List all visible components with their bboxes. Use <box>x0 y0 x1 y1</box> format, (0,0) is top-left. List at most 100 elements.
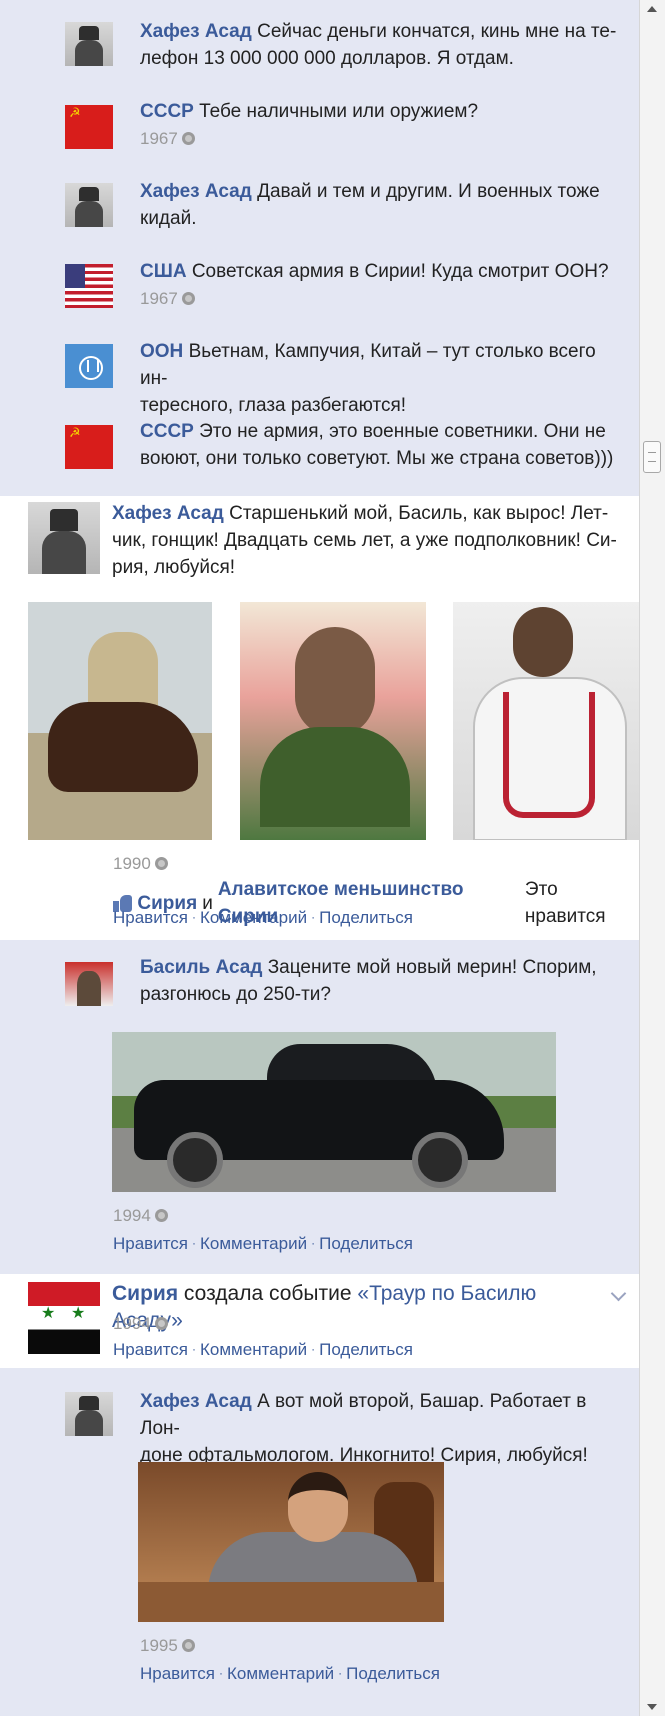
photo-pilot[interactable] <box>453 602 640 840</box>
post-year[interactable]: 1967 <box>140 125 178 152</box>
feed-post-card: Хафез Асад Старшенький мой, Басиль, как … <box>0 496 640 940</box>
avatar[interactable] <box>65 425 113 469</box>
globe-icon <box>181 292 195 305</box>
avatar[interactable] <box>65 1392 113 1436</box>
post-meta: 1994 <box>113 1310 168 1337</box>
author-link[interactable]: Хафез Асад <box>112 503 224 524</box>
post-text: Хафез Асад Сейчас деньги кончатся, кинь … <box>140 18 620 72</box>
post-text: СССР Это не армия, это военные советники… <box>140 418 620 472</box>
author-link[interactable]: СССР <box>140 101 194 122</box>
post-year[interactable]: 1967 <box>140 285 178 312</box>
photo-bashar-writing[interactable] <box>138 1462 444 1622</box>
post-text: Сирия создала событие «Траур по Басилю А… <box>112 1280 612 1334</box>
avatar[interactable] <box>65 264 113 308</box>
star-icon: ★ <box>41 1305 56 1322</box>
post-year[interactable]: 1994 <box>113 1310 151 1337</box>
post-meta: 1995 <box>140 1632 195 1659</box>
chevron-down-icon[interactable] <box>610 1285 627 1302</box>
post-text: Басиль Асад Зацените мой новый мерин! Сп… <box>140 954 620 1008</box>
message-line: лефон 13 000 000 000 долларов. Я отдам. <box>140 48 514 69</box>
avatar[interactable] <box>65 344 113 388</box>
message-line: кидай. <box>140 208 197 229</box>
author-link[interactable]: Басиль Асад <box>140 957 262 978</box>
post-text: Хафез Асад А вот мой второй, Башар. Рабо… <box>140 1388 620 1469</box>
avatar[interactable] <box>65 22 113 66</box>
message-line: воюют, они только советуют. Мы же страна… <box>140 448 614 469</box>
like-button[interactable]: Нравится <box>140 1660 215 1687</box>
post-actions: Нравится · Комментарий · Поделиться <box>113 904 413 931</box>
car-wheel <box>412 1132 468 1188</box>
share-button[interactable]: Поделиться <box>346 1660 440 1687</box>
event-verb: создала событие <box>183 1282 352 1305</box>
like-button[interactable]: Нравится <box>113 1230 188 1257</box>
author-link[interactable]: Хафез Асад <box>140 21 252 42</box>
author-link[interactable]: Хафез Асад <box>140 1391 252 1412</box>
avatar[interactable] <box>65 105 113 149</box>
message-line: Давай и тем и другим. И военных тоже <box>257 181 600 202</box>
post-actions: Нравится · Комментарий · Поделиться <box>140 1660 440 1687</box>
post-text: ООН Вьетнам, Кампучия, Китай – тут столь… <box>140 338 620 419</box>
message-line: чик, гонщик! Двадцать семь лет, а уже по… <box>112 530 617 551</box>
post-text: Хафез Асад Давай и тем и другим. И военн… <box>140 178 620 232</box>
photo-painted-portrait[interactable] <box>240 602 426 840</box>
photo-horse-rider[interactable] <box>28 602 212 840</box>
post-year[interactable]: 1990 <box>113 850 151 877</box>
message-line: рия, любуйся! <box>112 557 236 578</box>
portrait-head <box>295 627 375 737</box>
message-line: Сейчас деньги кончатся, кинь мне на те- <box>257 21 617 42</box>
comment-button[interactable]: Комментарий <box>227 1660 334 1687</box>
globe-icon <box>154 857 168 870</box>
globe-icon <box>154 1317 168 1330</box>
scroll-up-arrow-icon[interactable] <box>647 6 657 12</box>
avatar[interactable] <box>28 502 100 574</box>
person-head <box>288 1472 348 1542</box>
feed-post: США Советская армия в Сирии! Куда смотри… <box>0 258 640 318</box>
avatar[interactable] <box>65 183 113 227</box>
author-link[interactable]: СССР <box>140 421 194 442</box>
message-line: тересного, глаза разбегаются! <box>140 395 407 416</box>
comment-button[interactable]: Комментарий <box>200 904 307 931</box>
message-line: Советская армия в Сирии! Куда смотрит ОО… <box>191 261 609 282</box>
feed-post: Хафез Асад Сейчас деньги кончатся, кинь … <box>0 18 640 78</box>
author-link[interactable]: ООН <box>140 341 183 362</box>
share-button[interactable]: Поделиться <box>319 904 413 931</box>
avatar[interactable] <box>65 962 113 1006</box>
author-link[interactable]: США <box>140 261 187 282</box>
feed-post: СССР Тебе наличными или оружием? 1967 <box>0 98 640 158</box>
share-button[interactable]: Поделиться <box>319 1336 413 1363</box>
post-meta: 1967 <box>140 285 620 312</box>
comment-button[interactable]: Комментарий <box>200 1336 307 1363</box>
message-line: Вьетнам, Кампучия, Китай – тут столько в… <box>140 341 596 389</box>
message-line: Старшенький мой, Басиль, как вырос! Лет- <box>229 503 609 524</box>
post-text: США Советская армия в Сирии! Куда смотри… <box>140 258 620 312</box>
post-year[interactable]: 1994 <box>113 1202 151 1229</box>
globe-icon <box>154 1209 168 1222</box>
comment-button[interactable]: Комментарий <box>200 1230 307 1257</box>
scroll-down-arrow-icon[interactable] <box>647 1704 657 1710</box>
photo-car[interactable] <box>112 1032 556 1192</box>
author-link[interactable]: Хафез Асад <box>140 181 252 202</box>
globe-icon <box>181 132 195 145</box>
news-feed: Хафез Асад Сейчас деньги кончатся, кинь … <box>0 0 640 1716</box>
like-button[interactable]: Нравится <box>113 1336 188 1363</box>
post-meta: 1994 <box>113 1202 168 1229</box>
author-link[interactable]: Сирия <box>112 1282 178 1305</box>
feed-post: Басиль Асад Зацените мой новый мерин! Сп… <box>0 954 640 1264</box>
post-actions: Нравится · Комментарий · Поделиться <box>113 1230 413 1257</box>
post-year[interactable]: 1995 <box>140 1632 178 1659</box>
message-line: Это не армия, это военные советники. Они… <box>199 421 606 442</box>
share-button[interactable]: Поделиться <box>319 1230 413 1257</box>
likes-suffix: Это нравится <box>524 879 606 927</box>
feed-post: Хафез Асад Давай и тем и другим. И военн… <box>0 178 640 238</box>
avatar[interactable]: ★ ★ <box>28 1282 100 1354</box>
message-line: разгонюсь до 250-ти? <box>140 984 331 1005</box>
like-button[interactable]: Нравится <box>113 904 188 931</box>
desk <box>138 1582 444 1622</box>
vertical-scrollbar[interactable] <box>639 0 665 1716</box>
post-text: СССР Тебе наличными или оружием? 1967 <box>140 98 620 152</box>
post-meta: 1967 <box>140 125 620 152</box>
portrait-body <box>260 727 410 827</box>
post-actions: Нравится · Комментарий · Поделиться <box>113 1336 413 1363</box>
globe-icon <box>181 1639 195 1652</box>
scroll-thumb[interactable] <box>643 441 661 473</box>
